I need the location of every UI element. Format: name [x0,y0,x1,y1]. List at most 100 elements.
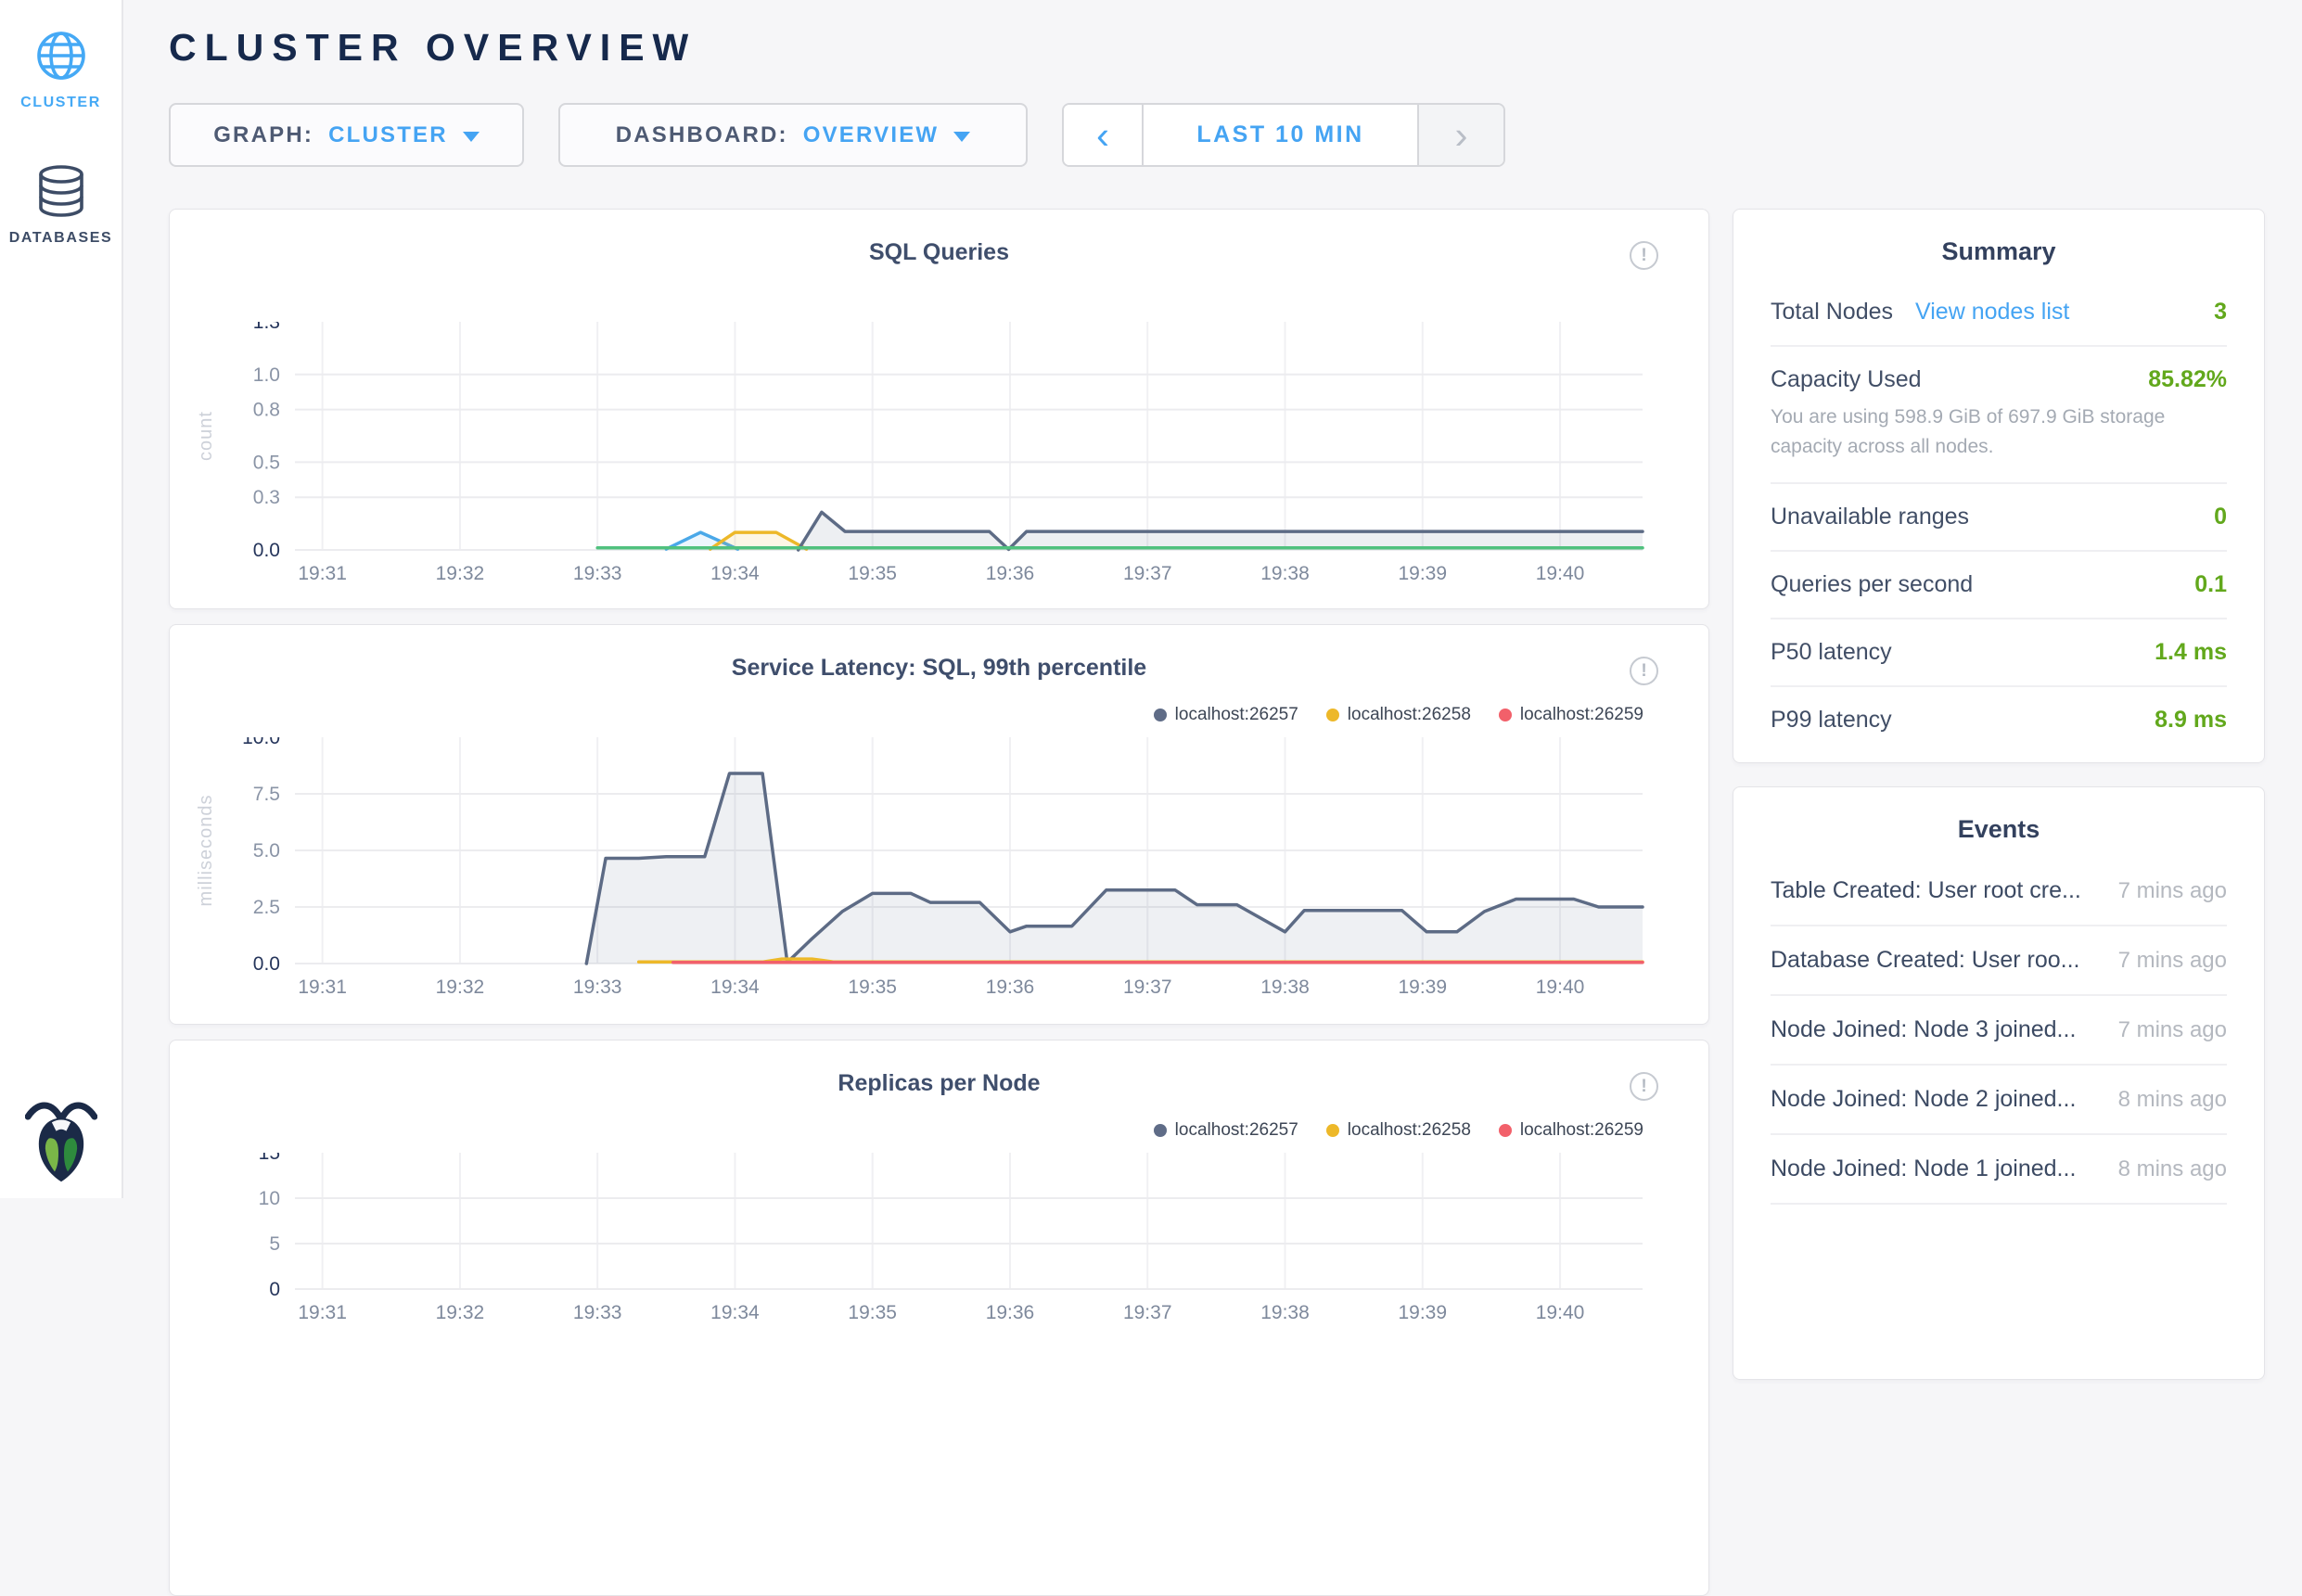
legend-dot-icon [1154,1124,1167,1137]
summary-row: P99 latency8.9 ms [1771,687,2227,753]
chart-card-service-latency: Service Latency: SQL, 99th percentile ! … [169,624,1709,1025]
dashboard-content: SQL Queries ! 1.31.00.80.50.30.019:3119:… [169,209,2265,1596]
event-text: Database Created: User roo... [1771,947,2080,974]
summary-row-value: 3 [2214,299,2227,326]
main-content: CLUSTER OVERVIEW GRAPH: CLUSTER DASHBOAR… [123,0,2302,1198]
event-row[interactable]: Node Joined: Node 2 joined...8 mins ago [1771,1066,2227,1135]
sidebar-item-databases[interactable]: DATABASES [0,111,121,247]
svg-text:15: 15 [259,1153,280,1164]
chart-plot[interactable]: 10.07.55.02.50.019:3119:3219:3319:3419:3… [171,737,1707,1010]
legend-label: localhost:26257 [1175,705,1298,725]
chart-card-sql-queries: SQL Queries ! 1.31.00.80.50.30.019:3119:… [169,209,1709,609]
svg-text:7.5: 7.5 [253,784,280,805]
legend-label: localhost:26258 [1348,1120,1471,1141]
summary-row-label: P50 latency [1771,639,1892,666]
svg-text:19:31: 19:31 [298,563,347,584]
summary-row: Queries per second 0.1 [1771,552,2227,619]
event-row[interactable]: Database Created: User roo... 7 mins ago [1771,926,2227,996]
legend-item[interactable]: localhost:26258 [1326,705,1471,725]
summary-row: Unavailable ranges0 [1771,484,2227,552]
event-row[interactable]: Table Created: User root cre...7 mins ag… [1771,857,2227,926]
time-prev-button[interactable]: ‹ [1064,105,1142,165]
view-nodes-link[interactable]: View nodes list [1915,299,2069,326]
legend-item[interactable]: localhost:26257 [1154,705,1298,725]
svg-text:19:38: 19:38 [1260,563,1310,584]
svg-text:19:40: 19:40 [1536,563,1585,584]
summary-row: P50 latency 1.4 ms [1771,619,2227,687]
svg-text:19:39: 19:39 [1398,977,1447,998]
event-time: 7 mins ago [2118,948,2227,974]
cockroachdb-logo [25,1093,97,1191]
event-row[interactable]: Node Joined: Node 1 joined... 8 mins ago [1771,1135,2227,1205]
summary-row-value: 8.9 ms [2155,707,2227,734]
chart-title: Replicas per Node [170,1041,1708,1097]
chevron-down-icon [953,132,970,142]
legend-label: localhost:26259 [1520,1120,1643,1141]
svg-text:19:32: 19:32 [436,977,485,998]
chart-plot[interactable]: 1.31.00.80.50.30.019:3119:3219:3319:3419… [171,322,1707,596]
sidebar-item-cluster[interactable]: CLUSTER [0,0,121,111]
summary-row: Capacity Used85.82%You are using 598.9 G… [1771,347,2227,484]
dashboard-selector[interactable]: DASHBOARD: OVERVIEW [558,103,1028,167]
summary-row-label: Queries per second [1771,571,1973,598]
svg-text:19:35: 19:35 [848,563,897,584]
legend-dot-icon [1499,709,1512,721]
graph-selector[interactable]: GRAPH: CLUSTER [169,103,524,167]
legend-item[interactable]: localhost:26257 [1154,1120,1298,1141]
event-time: 7 mins ago [2118,1017,2227,1043]
graph-selector-label: GRAPH: [213,122,313,148]
svg-text:0.3: 0.3 [253,487,280,508]
summary-row-subtext: You are using 598.9 GiB of 697.9 GiB sto… [1771,402,2188,461]
svg-text:10: 10 [259,1188,280,1209]
info-icon[interactable]: ! [1630,657,1658,685]
time-next-button[interactable]: › [1419,105,1503,165]
summary-row-value: 1.4 ms [2155,639,2227,666]
chart-title: Service Latency: SQL, 99th percentile [170,625,1708,682]
event-row[interactable]: Node Joined: Node 3 joined... 7 mins ago [1771,996,2227,1066]
svg-text:0.8: 0.8 [253,400,280,421]
event-text: Node Joined: Node 3 joined... [1771,1016,2076,1043]
event-time: 7 mins ago [2118,878,2227,904]
graph-selector-value: CLUSTER [328,122,448,148]
dashboard-selector-label: DASHBOARD: [616,122,788,148]
svg-text:19:31: 19:31 [298,977,347,998]
dashboard-selector-value: OVERVIEW [803,122,940,148]
legend-item[interactable]: localhost:26259 [1499,705,1643,725]
svg-text:19:32: 19:32 [436,1302,485,1323]
legend-item[interactable]: localhost:26259 [1499,1120,1643,1141]
events-title: Events [1733,787,2264,857]
info-icon[interactable]: ! [1630,1072,1658,1101]
svg-text:19:32: 19:32 [436,563,485,584]
svg-text:0.5: 0.5 [253,452,280,473]
svg-text:19:35: 19:35 [848,977,897,998]
svg-text:5.0: 5.0 [253,840,280,862]
info-icon[interactable]: ! [1630,241,1658,270]
time-range-selector: ‹ LAST 10 MIN › [1062,103,1505,167]
summary-panel: Summary Total NodesView nodes list3Capac… [1733,209,2265,763]
controls-bar: GRAPH: CLUSTER DASHBOARD: OVERVIEW ‹ LAS… [169,103,2265,167]
sidebar-item-label: CLUSTER [20,95,101,111]
chevron-down-icon [463,132,480,142]
chart-canvas: 15105019:3119:3219:3319:3419:3519:3619:3… [171,1153,1707,1331]
chart-card-replicas-per-node: Replicas per Node ! localhost:26257 local… [169,1040,1709,1596]
svg-text:19:37: 19:37 [1123,1302,1172,1323]
summary-rows: Total NodesView nodes list3Capacity Used… [1733,279,2264,753]
event-time: 8 mins ago [2118,1156,2227,1182]
svg-text:19:33: 19:33 [573,1302,622,1323]
legend-item[interactable]: localhost:26258 [1326,1120,1471,1141]
svg-text:5: 5 [269,1233,280,1255]
event-time: 8 mins ago [2118,1087,2227,1113]
summary-row-label: Unavailable ranges [1771,504,1969,530]
event-text: Node Joined: Node 1 joined... [1771,1156,2076,1182]
svg-text:19:40: 19:40 [1536,977,1585,998]
legend-dot-icon [1154,709,1167,721]
svg-text:19:39: 19:39 [1398,563,1447,584]
chart-title: SQL Queries [170,210,1708,266]
summary-row-value: 0.1 [2194,571,2227,598]
time-range-button[interactable]: LAST 10 MIN [1142,105,1419,165]
chart-plot[interactable]: 15105019:3119:3219:3319:3419:3519:3619:3… [171,1153,1707,1335]
svg-text:2.5: 2.5 [253,897,280,918]
svg-text:19:34: 19:34 [710,563,760,584]
svg-text:19:38: 19:38 [1260,1302,1310,1323]
legend-dot-icon [1326,709,1339,721]
